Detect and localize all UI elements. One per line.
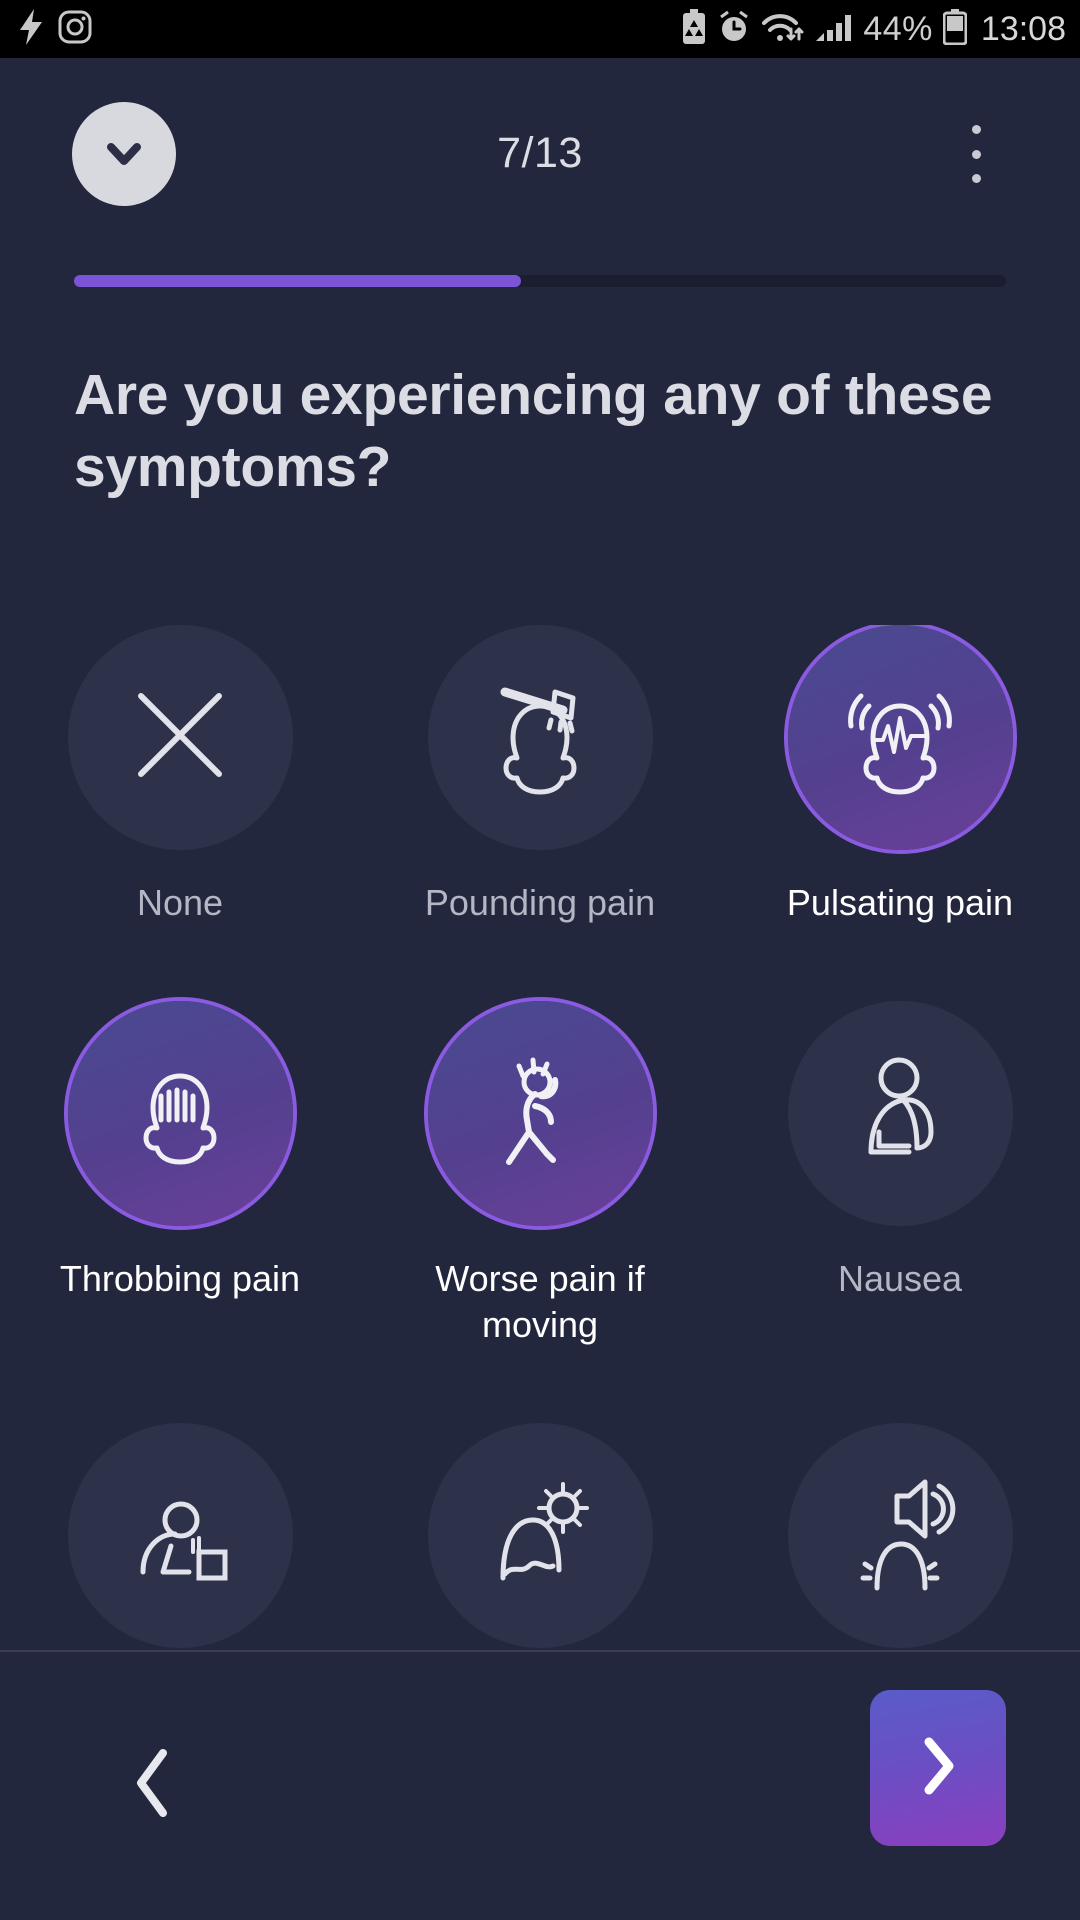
options-row-1: None Pounding pain Pulsating pain (0, 625, 1080, 925)
option-bubble[interactable] (67, 625, 293, 850)
kebab-dot-2 (971, 149, 981, 159)
overflow-menu-button[interactable] (946, 121, 1006, 187)
options-row-3 (0, 1423, 1080, 1655)
option-bubble[interactable] (427, 1423, 653, 1649)
status-bar-left-icons (18, 8, 92, 50)
option-label: None (136, 882, 224, 923)
symptom-options-grid: None Pounding pain Pulsating pain Throbb… (0, 625, 1080, 1655)
battery-icon (942, 8, 968, 50)
option-label: Pulsating pain (786, 882, 1014, 923)
option-throbbing-pain[interactable]: Throbbing pain (0, 1001, 360, 1347)
kebab-dot-1 (971, 125, 981, 134)
option-label: Worse pain if moving (435, 1258, 645, 1345)
clock-label: 13:08 (980, 9, 1066, 48)
person-nausea-icon (835, 1046, 965, 1181)
walking-person-headache-icon (475, 1046, 605, 1181)
option-none[interactable]: None (0, 625, 360, 925)
wifi-icon (761, 10, 805, 49)
flash-icon (18, 8, 44, 50)
progress-bar-fill (74, 275, 522, 287)
option-pulsating-pain[interactable]: Pulsating pain (720, 625, 1080, 925)
battery-percent-label: 44% (863, 9, 933, 48)
instagram-icon (58, 10, 92, 49)
option-worse-pain-if-moving[interactable]: Worse pain if moving (360, 1001, 720, 1347)
option-bubble[interactable] (427, 625, 653, 850)
cross-icon (125, 680, 235, 795)
option-bubble[interactable] (427, 1001, 653, 1227)
back-button[interactable] (108, 1740, 198, 1830)
status-bar: 44% 13:08 (0, 0, 1080, 58)
chevron-left-icon (125, 1745, 181, 1826)
battery-saver-icon (681, 8, 707, 50)
chevron-down-icon (98, 128, 150, 180)
head-pulse-waves-icon (835, 670, 965, 805)
signal-icon (815, 10, 853, 49)
kebab-dot-3 (971, 174, 981, 183)
question-title: Are you experiencing any of these sympto… (74, 363, 993, 499)
option-bubble[interactable] (787, 625, 1013, 850)
survey-header: 7/13 (0, 58, 1080, 248)
collapse-button[interactable] (72, 102, 176, 206)
person-vomiting-icon (115, 1468, 245, 1603)
next-button[interactable] (870, 1690, 1006, 1846)
option-vomiting[interactable] (0, 1423, 360, 1655)
option-nausea[interactable]: Nausea (720, 1001, 1080, 1347)
option-sound-sensitivity[interactable] (720, 1423, 1080, 1655)
head-sun-light-sensitivity-icon (475, 1468, 605, 1603)
option-bubble[interactable] (787, 1423, 1013, 1649)
option-label: Nausea (837, 1258, 963, 1300)
progress-bar-track (74, 275, 1006, 287)
options-row-2: Throbbing pain Worse pain if moving Naus… (0, 1001, 1080, 1347)
status-bar-right-icons: 44% 13:08 (681, 8, 1066, 50)
chevron-right-icon (913, 1734, 963, 1803)
alarm-icon (717, 10, 751, 49)
option-label: Throbbing pain (59, 1258, 301, 1300)
option-pounding-pain[interactable]: Pounding pain (360, 625, 720, 925)
option-bubble[interactable] (67, 1423, 293, 1649)
option-bubble[interactable] (787, 1001, 1013, 1227)
hammer-head-icon (475, 670, 605, 805)
option-light-sensitivity[interactable] (360, 1423, 720, 1655)
option-label: Pounding pain (424, 882, 656, 923)
head-bars-icon (115, 1046, 245, 1181)
head-speaker-sound-sensitivity-icon (835, 1468, 965, 1603)
option-bubble[interactable] (67, 1001, 293, 1227)
